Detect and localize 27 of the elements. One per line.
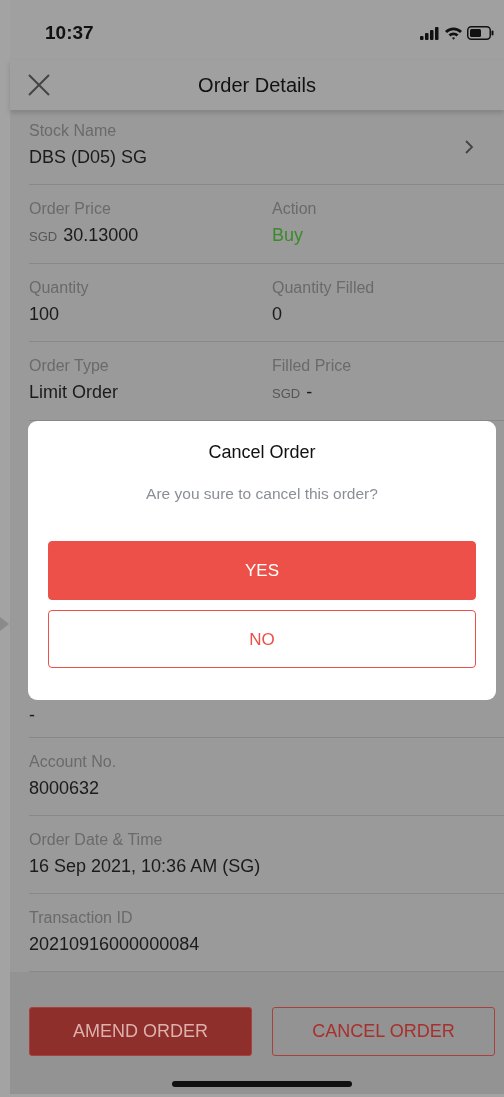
signal-icon [420,26,440,40]
field-value: 0 [272,303,283,326]
dialog-message: Are you sure to cancel this order? [145,484,379,504]
close-button[interactable] [26,72,52,98]
field-value: 30.13000 [63,225,139,245]
wifi-icon [444,26,463,40]
field-value: Limit Order [29,381,119,404]
field-value: - [29,704,36,727]
dialog-title: Cancel Order [207,441,317,464]
amend-button[interactable]: AMEND ORDER [29,1007,252,1056]
page-title: Order Details [197,73,317,98]
confirm-button[interactable]: YES [48,541,476,601]
field-value: 8000632 [29,777,101,800]
battery-icon [467,26,494,40]
field-value: 100 [29,303,61,326]
currency-label: SGD [272,386,301,401]
triangle-icon [0,616,9,631]
chevron-right-icon [464,138,474,155]
field-value: 16 Sep 2021, 10:36 AM (SG) [29,855,262,878]
field-value: Buy [272,224,305,247]
status-time: 10:37 [45,20,94,45]
currency-label: SGD [29,229,58,244]
dismiss-button[interactable]: NO [48,610,476,669]
field-value: - [306,382,313,402]
cancel-button[interactable]: CANCEL ORDER [272,1007,495,1056]
field-value: 20210916000000084 [29,933,201,956]
field-value: DBS (D05) SG [29,146,149,169]
